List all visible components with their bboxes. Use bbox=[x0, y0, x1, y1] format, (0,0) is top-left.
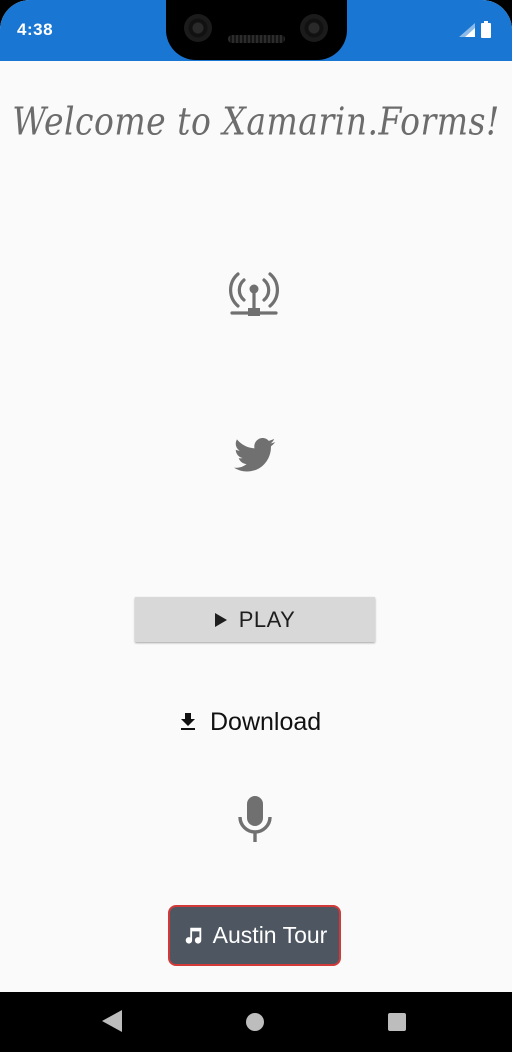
play-icon bbox=[214, 612, 227, 627]
status-bar: 4:38 bbox=[0, 0, 512, 61]
download-button[interactable]: Download bbox=[176, 702, 340, 742]
status-icons bbox=[459, 21, 495, 39]
download-icon bbox=[181, 713, 195, 730]
back-icon[interactable] bbox=[102, 1010, 122, 1032]
download-button-label: Download bbox=[210, 707, 322, 736]
camera-notch bbox=[166, 0, 347, 60]
signal-icon bbox=[459, 23, 475, 37]
austin-tour-button-label: Austin Tour bbox=[212, 922, 328, 948]
app-screen: 4:38 Welcome to Xamarin.Forms! PLAY Down… bbox=[0, 0, 512, 1052]
antenna-icon bbox=[229, 272, 279, 316]
home-icon[interactable] bbox=[246, 1013, 264, 1031]
status-time: 4:38 bbox=[17, 20, 54, 39]
front-camera-icon bbox=[300, 14, 328, 42]
battery-icon bbox=[481, 21, 491, 38]
play-button-label: PLAY bbox=[238, 606, 296, 632]
austin-tour-button[interactable]: Austin Tour bbox=[168, 905, 341, 966]
microphone-icon bbox=[238, 796, 272, 842]
navigation-bar bbox=[0, 992, 512, 1052]
page-title: Welcome to Xamarin.Forms! bbox=[12, 99, 500, 144]
earpiece-speaker bbox=[228, 35, 285, 43]
music-note-icon bbox=[185, 927, 201, 944]
play-button[interactable]: PLAY bbox=[135, 597, 375, 642]
twitter-icon bbox=[234, 438, 276, 472]
front-camera-icon bbox=[184, 14, 212, 42]
recents-icon[interactable] bbox=[388, 1013, 406, 1031]
